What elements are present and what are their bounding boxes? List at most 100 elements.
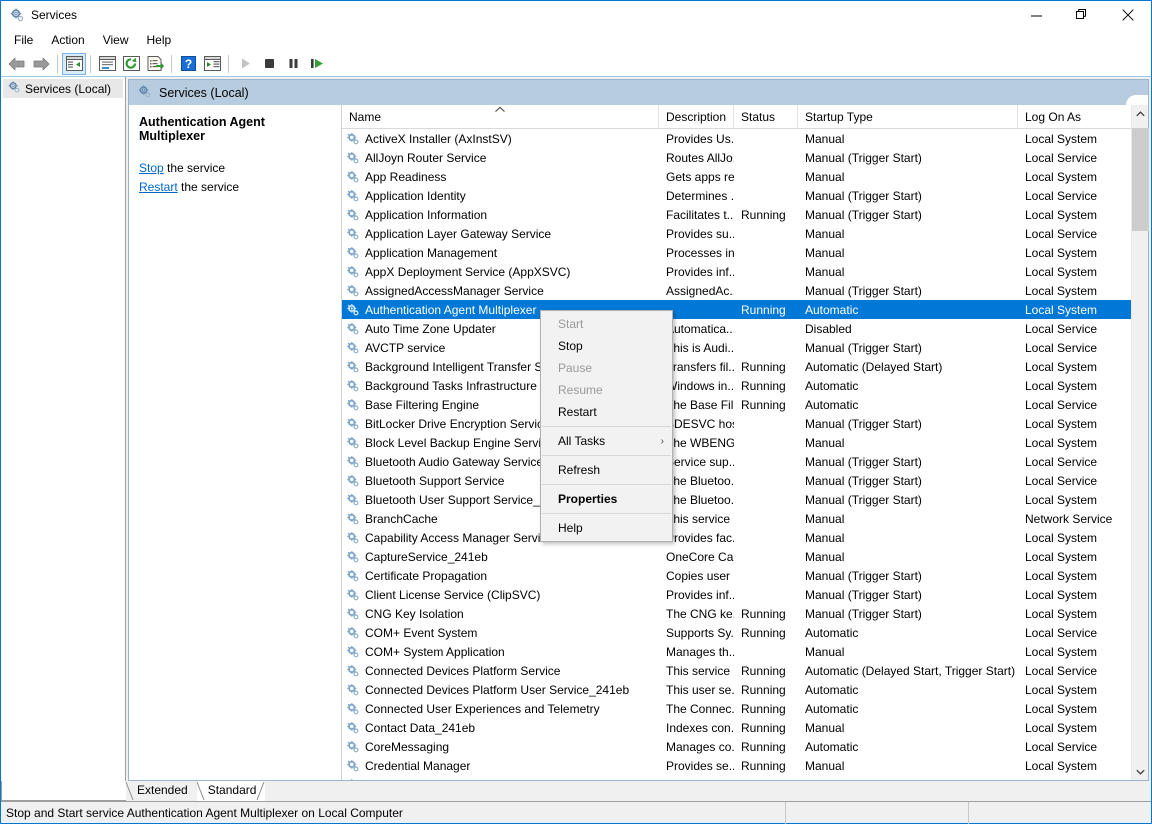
detail-action-restart: Restart the service [139,178,331,197]
menu-help[interactable]: Help [138,30,181,51]
table-row[interactable]: AppX Deployment Service (AppXSVC) Provide… [342,262,1131,281]
table-row[interactable]: Credential Manager Provides se... Running M… [342,756,1131,775]
table-row[interactable]: CaptureService_241eb OneCore Ca... Manual L… [342,547,1131,566]
stop-service-icon[interactable] [257,53,281,75]
menu-view[interactable]: View [94,30,138,51]
table-row[interactable]: Block Level Backup Engine Service The WBE… [342,433,1131,452]
ctx-help[interactable]: Help [541,517,672,539]
table-row[interactable]: Application Management Processes in... Man… [342,243,1131,262]
maximize-restore-button[interactable] [1059,1,1105,29]
table-row[interactable]: App Readiness Gets apps re... Manual Local … [342,167,1131,186]
table-row[interactable]: AVCTP service This is Audi... Manual (Trig… [342,338,1131,357]
table-row[interactable]: Cryptographic Services Provides th...Runn… [342,775,1131,780]
detail-action-stop: Stop the service [139,159,331,178]
service-icon [346,588,360,602]
table-row[interactable]: Certificate Propagation Copies user ... Ma… [342,566,1131,585]
cell-startup-type: Disabled [805,321,852,336]
cell-startup-type: Manual (Trigger Start) [805,188,922,203]
scrollbar-track[interactable] [1131,122,1149,763]
table-row[interactable]: Bluetooth Support Service The Bluetoo... M… [342,471,1131,490]
table-row[interactable]: AssignedAccessManager Service AssignedAc.… [342,281,1131,300]
table-row[interactable]: CNG Key Isolation The CNG ke... Running Man… [342,604,1131,623]
table-row[interactable]: ActiveX Installer (AxInstSV) Provides Us.… [342,129,1131,148]
table-row[interactable]: Connected Devices Platform User Service_… [342,680,1131,699]
tree-item-services-local[interactable]: Services (Local) [3,79,123,98]
table-row[interactable]: Bluetooth Audio Gateway Service Service s… [342,452,1131,471]
service-icon [346,284,360,298]
close-button[interactable] [1105,1,1151,29]
pause-service-icon[interactable] [281,53,305,75]
export-list-icon[interactable] [143,53,167,75]
stop-service-link[interactable]: Stop [139,161,164,175]
column-header-log-on-as[interactable]: Log On As [1018,105,1138,128]
scrollbar-thumb[interactable] [1131,128,1149,231]
cell-startup-type: Manual (Trigger Start) [805,587,922,602]
cell-startup-type: Manual [805,131,845,146]
table-row[interactable]: Authentication Agent Multiplexer Running A… [342,300,1131,319]
ctx-stop[interactable]: Stop [541,335,672,357]
minimize-button[interactable] [1013,1,1059,29]
table-row[interactable]: Client License Service (ClipSVC) Provides… [342,585,1131,604]
tab-extended[interactable]: Extended [125,781,197,801]
table-row[interactable]: COM+ Event System Supports Sy... Running Au… [342,623,1131,642]
context-menu-item-label: Help [558,521,583,535]
toolbar: ? [1,51,1151,77]
ctx-restart[interactable]: Restart [541,401,672,423]
tab-standard[interactable]: Standard [196,781,266,801]
refresh-icon[interactable] [119,53,143,75]
properties-icon[interactable] [95,53,119,75]
table-row[interactable]: Bluetooth User Support Service_241eb The … [342,490,1131,509]
menu-file[interactable]: File [5,30,42,51]
show-hide-console-tree-icon[interactable] [62,52,86,75]
cell-status: Running [741,720,786,735]
table-row[interactable]: Application Identity Determines ... Manual… [342,186,1131,205]
stop-service-rest: the service [163,161,226,175]
restart-service-icon[interactable] [305,53,329,75]
column-header-status[interactable]: Status [734,105,798,128]
table-row[interactable]: BranchCacheThis service ...ManualNetwork… [342,509,1131,528]
cell-log-on-as: Local System [1025,302,1098,317]
table-row[interactable]: Contact Data_241eb Indexes con... Running M… [342,718,1131,737]
cell-description: Provides inf... [666,264,734,279]
back-icon[interactable] [5,53,29,75]
ctx-properties[interactable]: Properties [541,488,672,510]
service-name-label: Client License Service (ClipSVC) [365,587,541,602]
service-name-label: Bluetooth Audio Gateway Service [365,454,544,469]
table-row[interactable]: Capability Access Manager Service Provide… [342,528,1131,547]
table-row[interactable]: Base Filtering EngineThe Base Fil...Runn… [342,395,1131,414]
table-row[interactable]: Background Tasks Infrastructure Service W… [342,376,1131,395]
console-tree-pane: Services (Local) [1,77,126,781]
column-header-startup-type[interactable]: Startup Type [798,105,1018,128]
cell-description: This user se... [666,682,734,697]
table-row[interactable]: Connected Devices Platform Service This s… [342,661,1131,680]
table-row[interactable]: BitLocker Drive Encryption Service BDESVC… [342,414,1131,433]
vertical-scrollbar[interactable] [1131,105,1149,780]
column-header-label: Log On As [1025,109,1082,124]
table-row[interactable]: CoreMessaging Manages co... Running Automat… [342,737,1131,756]
column-header-name[interactable]: Name [342,105,659,128]
cell-log-on-as: Local System [1025,568,1098,583]
show-action-pane-icon[interactable] [200,53,224,75]
column-header-description[interactable]: Description [659,105,734,128]
table-row[interactable]: Application Information Facilitates t... R… [342,205,1131,224]
menu-action[interactable]: Action [42,30,93,51]
forward-icon[interactable] [29,53,53,75]
cell-startup-type: Automatic [805,739,859,754]
context-menu-item-label: Properties [558,492,618,506]
service-name-label: Authentication Agent Multiplexer [365,302,537,317]
scroll-down-icon[interactable] [1132,763,1149,780]
table-row[interactable]: Application Layer Gateway Service Provide… [342,224,1131,243]
scroll-up-icon[interactable] [1132,105,1149,122]
table-row[interactable]: Auto Time Zone Updater Automatica... Disab… [342,319,1131,338]
cell-description: Determines ... [666,188,734,203]
table-row[interactable]: COM+ System Application Manages th... Manu… [342,642,1131,661]
ctx-refresh[interactable]: Refresh [541,459,672,481]
restart-service-link[interactable]: Restart [139,180,178,194]
toolbar-separator [57,54,58,73]
table-row[interactable]: Background Intelligent Transfer Service T… [342,357,1131,376]
table-row[interactable]: AllJoyn Router Service Routes AllJo... Man… [342,148,1131,167]
ctx-all-tasks[interactable]: All Tasks › [541,430,672,452]
table-row[interactable]: Connected User Experiences and Telemetry… [342,699,1131,718]
service-icon [346,132,360,146]
help-icon[interactable]: ? [176,53,200,75]
